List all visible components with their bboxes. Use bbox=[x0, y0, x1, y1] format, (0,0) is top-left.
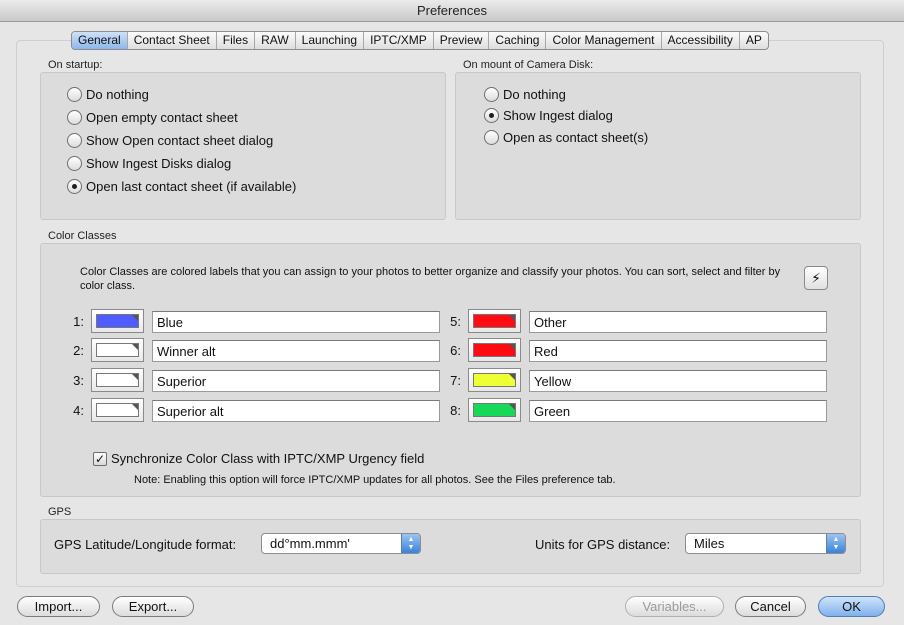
camera-option-contact-sheets[interactable]: Open as contact sheet(s) bbox=[484, 128, 648, 146]
color-class-number: 4: bbox=[73, 403, 84, 418]
color-class-number: 5: bbox=[450, 314, 461, 329]
select-arrows-icon: ▲ ▼ bbox=[401, 534, 420, 553]
export-button[interactable]: Export... bbox=[112, 596, 194, 617]
radio-label: Show Ingest Disks dialog bbox=[86, 155, 232, 171]
camera-disk-section-label: On mount of Camera Disk: bbox=[463, 59, 594, 71]
color-class-name-field-5[interactable]: Other bbox=[529, 311, 827, 333]
gps-format-label: GPS Latitude/Longitude format: bbox=[54, 537, 237, 552]
color-class-number: 6: bbox=[450, 343, 461, 358]
cancel-button[interactable]: Cancel bbox=[735, 596, 806, 617]
tab-contact-sheet[interactable]: Contact Sheet bbox=[126, 32, 216, 49]
tab-color-management[interactable]: Color Management bbox=[545, 32, 660, 49]
radio-label: Open as contact sheet(s) bbox=[503, 129, 649, 145]
radio-button-selected[interactable] bbox=[67, 178, 82, 194]
color-swatch-3[interactable] bbox=[91, 368, 144, 392]
camera-option-do-nothing[interactable]: Do nothing bbox=[484, 85, 566, 103]
color-class-name-field-7[interactable]: Yellow bbox=[529, 370, 827, 392]
color-swatch-4[interactable] bbox=[91, 398, 144, 422]
checkmark-icon: ✓ bbox=[94, 452, 106, 466]
color-class-number: 8: bbox=[450, 403, 461, 418]
gps-format-value: dd°mm.mmm' bbox=[270, 536, 350, 551]
camera-option-ingest-dialog[interactable]: Show Ingest dialog bbox=[484, 106, 613, 124]
select-arrows-icon: ▲ ▼ bbox=[826, 534, 845, 553]
color-swatch-7[interactable] bbox=[468, 368, 521, 392]
tab-bar: General Contact Sheet Files RAW Launchin… bbox=[71, 31, 769, 50]
radio-button[interactable] bbox=[484, 86, 499, 102]
swatch-fill bbox=[96, 343, 139, 357]
color-swatch-5[interactable] bbox=[468, 309, 521, 333]
radio-label: Show Ingest dialog bbox=[503, 107, 613, 123]
gps-units-select[interactable]: Miles ▲ ▼ bbox=[685, 533, 846, 554]
startup-section-label: On startup: bbox=[48, 59, 103, 71]
color-class-name-field-3[interactable]: Superior bbox=[152, 370, 440, 392]
radio-label: Do nothing bbox=[86, 86, 149, 102]
color-class-name-field-8[interactable]: Green bbox=[529, 400, 827, 422]
radio-button[interactable] bbox=[67, 155, 82, 171]
tab-caching[interactable]: Caching bbox=[488, 32, 545, 49]
swatch-fill bbox=[473, 343, 516, 357]
radio-button-selected[interactable] bbox=[484, 107, 499, 123]
sync-note: Note: Enabling this option will force IP… bbox=[134, 474, 616, 486]
ok-button[interactable]: OK bbox=[818, 596, 885, 617]
tab-files[interactable]: Files bbox=[215, 32, 254, 49]
radio-button[interactable] bbox=[67, 109, 82, 125]
radio-label: Do nothing bbox=[503, 86, 566, 102]
color-class-number: 7: bbox=[450, 373, 461, 388]
color-class-number: 2: bbox=[73, 343, 84, 358]
radio-button[interactable] bbox=[67, 132, 82, 148]
window-title: Preferences bbox=[0, 0, 904, 22]
color-swatch-2[interactable] bbox=[91, 338, 144, 362]
swatch-fill bbox=[473, 373, 516, 387]
radio-label: Open last contact sheet (if available) bbox=[86, 178, 297, 194]
import-button[interactable]: Import... bbox=[17, 596, 100, 617]
gps-units-label: Units for GPS distance: bbox=[535, 537, 671, 552]
tab-iptc-xmp[interactable]: IPTC/XMP bbox=[363, 32, 433, 49]
variables-button[interactable]: Variables... bbox=[625, 596, 724, 617]
color-classes-section-label: Color Classes bbox=[48, 230, 117, 242]
gps-units-value: Miles bbox=[694, 536, 725, 551]
startup-option-last-sheet[interactable]: Open last contact sheet (if available) bbox=[67, 177, 296, 195]
gps-format-select[interactable]: dd°mm.mmm' ▲ ▼ bbox=[261, 533, 421, 554]
startup-option-empty-sheet[interactable]: Open empty contact sheet bbox=[67, 108, 238, 126]
startup-option-open-dialog[interactable]: Show Open contact sheet dialog bbox=[67, 131, 273, 149]
tab-general[interactable]: General bbox=[72, 32, 127, 49]
tab-launching[interactable]: Launching bbox=[294, 32, 363, 49]
swatch-fill bbox=[96, 314, 139, 328]
sync-checkbox-label: Synchronize Color Class with IPTC/XMP Ur… bbox=[111, 451, 425, 466]
color-swatch-8[interactable] bbox=[468, 398, 521, 422]
swatch-fill bbox=[96, 403, 139, 417]
radio-label: Open empty contact sheet bbox=[86, 109, 238, 125]
tab-accessibility[interactable]: Accessibility bbox=[660, 32, 739, 49]
color-class-name-field-6[interactable]: Red bbox=[529, 340, 827, 362]
tab-ap[interactable]: AP bbox=[738, 32, 768, 49]
gps-section-label: GPS bbox=[48, 506, 72, 518]
color-swatch-6[interactable] bbox=[468, 338, 521, 362]
lightning-icon[interactable]: ⚡ bbox=[804, 266, 828, 290]
color-class-number: 3: bbox=[73, 373, 84, 388]
startup-option-ingest-disks[interactable]: Show Ingest Disks dialog bbox=[67, 154, 231, 172]
startup-option-do-nothing[interactable]: Do nothing bbox=[67, 85, 149, 103]
color-classes-description: Color Classes are colored labels that yo… bbox=[80, 266, 781, 292]
color-class-number: 1: bbox=[73, 314, 84, 329]
color-swatch-1[interactable] bbox=[91, 309, 144, 333]
radio-button[interactable] bbox=[484, 129, 499, 145]
color-class-name-field-1[interactable]: Blue bbox=[152, 311, 440, 333]
radio-label: Show Open contact sheet dialog bbox=[86, 132, 274, 148]
swatch-fill bbox=[473, 403, 516, 417]
tab-preview[interactable]: Preview bbox=[432, 32, 489, 49]
swatch-fill bbox=[96, 373, 139, 387]
tab-raw[interactable]: RAW bbox=[254, 32, 295, 49]
color-class-name-field-2[interactable]: Winner alt bbox=[152, 340, 440, 362]
radio-button[interactable] bbox=[67, 86, 82, 102]
swatch-fill bbox=[473, 314, 516, 328]
color-class-name-field-4[interactable]: Superior alt bbox=[152, 400, 440, 422]
sync-checkbox[interactable]: ✓ bbox=[93, 452, 107, 466]
